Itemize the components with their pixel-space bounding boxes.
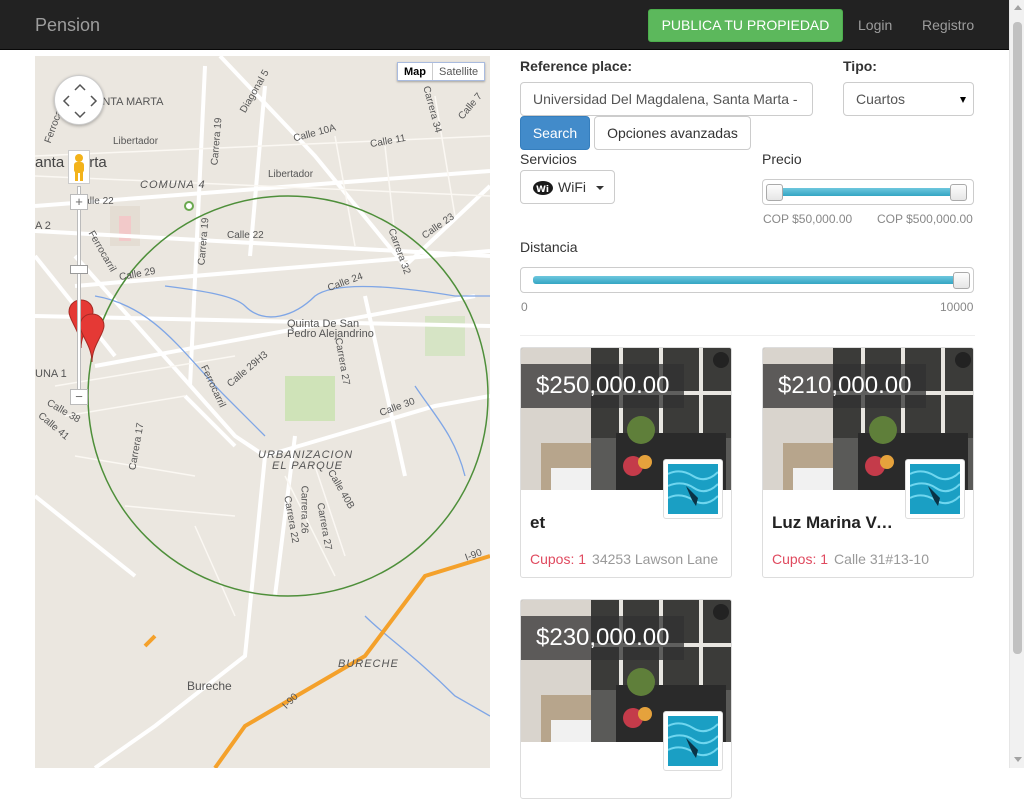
listing-cupos: Cupos: 1	[530, 551, 587, 567]
listing-title[interactable]: et	[530, 513, 660, 533]
distancia-min-value: 0	[521, 300, 528, 314]
owner-avatar[interactable]	[663, 711, 723, 771]
distancia-label: Distancia	[520, 239, 578, 255]
listing-title[interactable]: Luz Marina Vasquez	[772, 513, 902, 533]
map-label: Bureche	[187, 679, 232, 693]
zoom-in-button[interactable]: +	[70, 194, 88, 210]
street-view-pegman-icon[interactable]	[68, 150, 90, 184]
brand-logo[interactable]: Pension	[35, 15, 100, 36]
map-label: A 2	[35, 220, 51, 232]
map-label: Pedro Alejandrino	[287, 328, 374, 340]
brand-badge-icon	[713, 352, 729, 368]
tipo-label: Tipo:	[843, 58, 877, 74]
listing-address: 34253 Lawson Lane	[592, 551, 719, 567]
precio-min-value: COP $50,000.00	[763, 212, 853, 226]
precio-slider[interactable]	[762, 179, 974, 205]
publish-property-button[interactable]: PUBLICA TU PROPIEDAD	[648, 9, 843, 42]
map-type-satellite-button[interactable]: Satellite	[433, 63, 484, 80]
listing-price: $250,000.00	[521, 364, 685, 408]
precio-slider-min-handle[interactable]	[766, 184, 783, 201]
listing-card[interactable]: $230,000.00	[520, 599, 732, 799]
map-label: UNA 1	[35, 368, 67, 380]
caret-down-icon	[596, 186, 604, 191]
search-button[interactable]: Search	[520, 116, 590, 150]
reference-place-label: Reference place:	[520, 58, 633, 74]
owner-avatar[interactable]	[663, 459, 723, 519]
navbar: Pension PUBLICA TU PROPIEDAD Login Regis…	[0, 0, 1009, 50]
zoom-out-button[interactable]: −	[70, 389, 88, 405]
map-label: ANTA MARTA	[95, 96, 164, 108]
map-label: Libertador	[268, 169, 314, 180]
map-label: Calle 22	[227, 230, 264, 241]
listing-card[interactable]: $250,000.00 et Cupos: 1 34253 Lawson Lane	[520, 347, 732, 578]
map-type-control: Map Satellite	[397, 62, 486, 81]
listing-price: $210,000.00	[763, 364, 927, 408]
advanced-options-button[interactable]: Opciones avanzadas	[594, 116, 751, 150]
precio-slider-max-handle[interactable]	[950, 184, 967, 201]
listing-meta: Cupos: 1 Calle 31#13-10	[772, 551, 968, 567]
tipo-select[interactable]: Cuartos	[843, 82, 974, 116]
pan-arrows-icon	[62, 83, 98, 119]
map-label: Carrera 26	[298, 485, 310, 534]
listing-meta: Cupos: 1 34253 Lawson Lane	[530, 551, 726, 567]
precio-max-value: COP $500,000.00	[877, 212, 973, 226]
zoom-slider-track[interactable]	[77, 186, 81, 404]
owner-avatar[interactable]	[905, 459, 965, 519]
listing-card[interactable]: $210,000.00 Luz Marina Vasquez Cupos: 1 Cal…	[762, 347, 974, 578]
svg-text:Wi: Wi	[536, 185, 549, 195]
distancia-slider-fill	[533, 276, 961, 284]
map-label: COMUNA 4	[140, 179, 206, 191]
distancia-slider[interactable]	[520, 267, 974, 293]
scrollbar-thumb[interactable]	[1013, 22, 1022, 654]
brand-badge-icon	[955, 352, 971, 368]
register-link[interactable]: Registro	[922, 17, 974, 33]
servicios-label: Servicios	[520, 151, 577, 167]
brand-badge-icon	[713, 604, 729, 620]
scroll-down-arrow-icon[interactable]	[1014, 757, 1022, 762]
divider	[520, 335, 975, 336]
page-scrollbar[interactable]	[1009, 0, 1024, 768]
pan-control[interactable]	[54, 75, 104, 125]
servicios-dropdown[interactable]: Wi WiFi	[520, 170, 615, 204]
zoom-slider-handle[interactable]	[70, 265, 88, 274]
servicios-value: WiFi	[558, 179, 586, 195]
chevron-down-icon	[960, 97, 966, 103]
reference-place-input[interactable]: Universidad Del Magdalena, Santa Marta -	[520, 82, 813, 116]
map-type-map-button[interactable]: Map	[398, 63, 433, 80]
listing-price: $230,000.00	[521, 616, 685, 660]
wifi-icon: Wi	[533, 181, 553, 196]
login-link[interactable]: Login	[858, 17, 892, 33]
listing-cupos: Cupos: 1	[772, 551, 829, 567]
listing-address: Calle 31#13-10	[834, 551, 930, 567]
map[interactable]: ANTA MARTA anta Marta Ferrocarril Libert…	[35, 56, 490, 768]
map-label: Libertador	[113, 136, 159, 147]
precio-label: Precio	[762, 151, 802, 167]
distancia-slider-handle[interactable]	[953, 272, 970, 289]
map-label: BURECHE	[338, 658, 399, 670]
scroll-up-arrow-icon[interactable]	[1014, 5, 1022, 10]
precio-slider-fill	[775, 188, 961, 196]
tipo-select-value: Cuartos	[856, 91, 906, 107]
distancia-max-value: 10000	[940, 300, 974, 314]
